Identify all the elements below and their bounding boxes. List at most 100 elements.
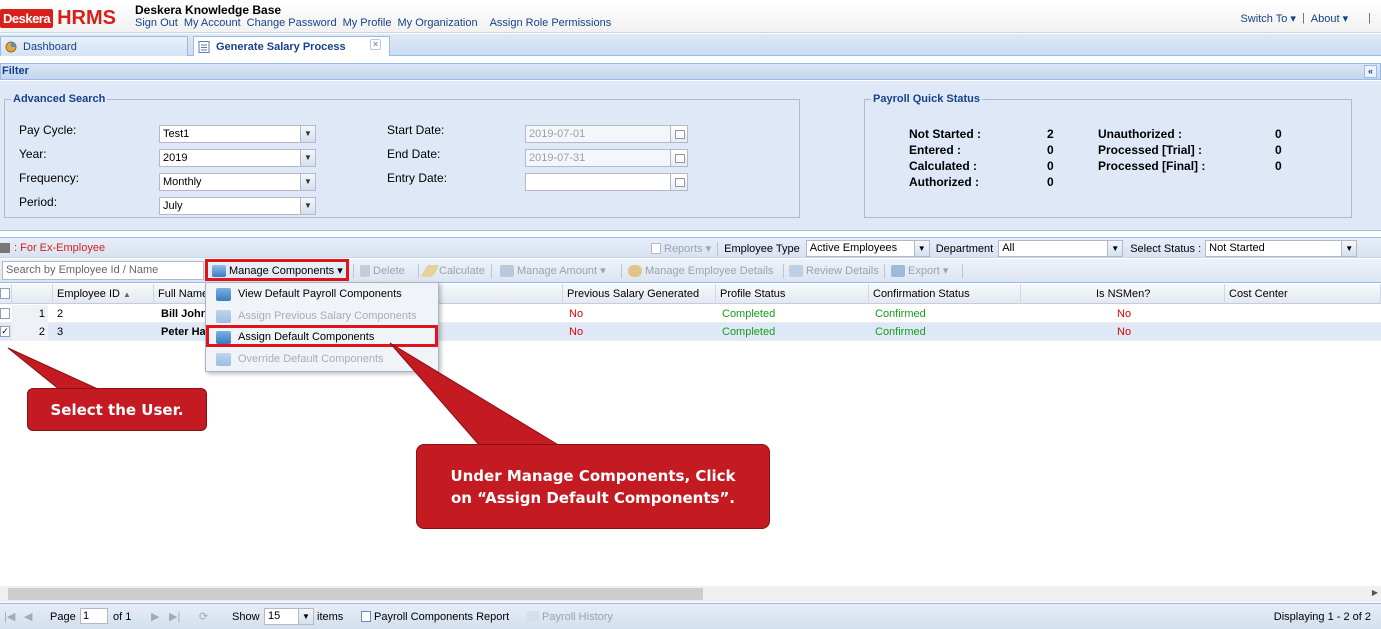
delete-button[interactable]: Delete: [360, 262, 405, 280]
calendar-icon: [670, 125, 688, 143]
sign-out-link[interactable]: Sign Out: [135, 17, 178, 29]
calculate-button[interactable]: Calculate: [420, 262, 485, 280]
chevron-down-icon[interactable]: ▼: [1107, 240, 1124, 257]
tab-dashboard[interactable]: Dashboard: [0, 36, 188, 56]
callout-pointer-select-user: [7, 347, 101, 391]
select-all-checkbox[interactable]: [0, 284, 12, 304]
app-header: Deskera HRMS Deskera Knowledge Base Sign…: [0, 0, 1381, 33]
assign-default-components-highlight: [206, 325, 438, 347]
prev-page-icon[interactable]: ◀: [24, 609, 32, 625]
chevron-down-icon[interactable]: ▼: [1341, 240, 1358, 257]
period-select[interactable]: July ▼: [159, 197, 316, 215]
frequency-select[interactable]: Monthly ▼: [159, 173, 316, 191]
employee-type-label: Employee Type: [724, 242, 800, 255]
row-checkbox[interactable]: [0, 308, 10, 319]
chevron-down-icon[interactable]: ▼: [300, 149, 316, 167]
filter-panel-header[interactable]: Filter «: [0, 63, 1381, 80]
export-icon: [891, 265, 905, 277]
users-icon: [628, 265, 642, 277]
report-icon: [361, 611, 371, 622]
chevron-down-icon[interactable]: ▼: [298, 608, 314, 625]
employee-search-input[interactable]: Search by Employee Id / Name: [2, 261, 204, 280]
select-status-select[interactable]: Not Started ▼: [1205, 240, 1358, 257]
chevron-down-icon[interactable]: ▼: [300, 197, 316, 215]
menu-item-override-default-components[interactable]: Override Default Components: [206, 349, 438, 370]
change-password-link[interactable]: Change Password: [247, 17, 337, 29]
document-icon: [198, 40, 210, 53]
not-started-value: 2: [1047, 127, 1054, 141]
not-started-label: Not Started :: [909, 127, 981, 141]
column-header-confirmation-status[interactable]: Confirmation Status: [869, 284, 1021, 304]
processed-final-label: Processed [Final] :: [1098, 159, 1206, 173]
calendar-icon: [670, 149, 688, 167]
grid-icon: [789, 265, 803, 277]
manage-employee-details-button[interactable]: Manage Employee Details: [628, 262, 773, 280]
row-checkbox-checked[interactable]: ✓: [0, 326, 10, 337]
calculated-label: Calculated :: [909, 159, 978, 173]
entry-date-label: Entry Date:: [387, 171, 448, 185]
column-header-employee-id[interactable]: Employee ID ▲: [53, 284, 154, 304]
horizontal-scrollbar[interactable]: ▶: [0, 586, 1381, 602]
header-right-menu: Switch To ▾ | About ▾ |: [1240, 12, 1371, 25]
column-header-cost-center[interactable]: Cost Center: [1225, 284, 1381, 304]
reports-button[interactable]: Reports ▾: [651, 242, 711, 255]
employee-type-select[interactable]: Active Employees ▼: [805, 240, 930, 257]
entered-value: 0: [1047, 143, 1054, 157]
pay-cycle-select[interactable]: Test1 ▼: [159, 125, 316, 143]
payroll-components-report-button[interactable]: Payroll Components Report: [361, 609, 509, 625]
menu-item-view-default-payroll-components[interactable]: View Default Payroll Components: [206, 284, 438, 305]
pay-cycle-label: Pay Cycle:: [19, 123, 77, 137]
column-header-is-nsmen[interactable]: Is NSMen?: [1021, 284, 1225, 304]
review-details-button[interactable]: Review Details: [789, 262, 879, 280]
collapse-icon[interactable]: «: [1364, 65, 1377, 78]
grid-action-toolbar: Search by Employee Id / Name Manage Comp…: [0, 259, 1381, 283]
page-number-input[interactable]: 1: [80, 608, 108, 624]
chevron-down-icon[interactable]: ▼: [300, 125, 316, 143]
tab-generate-salary-process[interactable]: Generate Salary Process ×: [193, 36, 390, 56]
payroll-history-button[interactable]: Payroll History: [527, 609, 613, 625]
advanced-search-fieldset: Advanced Search Pay Cycle: Test1 ▼ Year:…: [4, 93, 800, 218]
scroll-right-icon[interactable]: ▶: [1372, 588, 1378, 597]
unauthorized-value: 0: [1275, 127, 1282, 141]
report-icon: [651, 243, 661, 254]
year-select[interactable]: 2019 ▼: [159, 149, 316, 167]
first-page-icon[interactable]: |◀: [4, 609, 15, 625]
processed-trial-value: 0: [1275, 143, 1282, 157]
switch-to-menu[interactable]: Switch To ▾: [1240, 12, 1295, 25]
chevron-down-icon[interactable]: ▼: [913, 240, 930, 257]
manage-amount-button[interactable]: Manage Amount ▾: [500, 262, 606, 280]
my-organization-link[interactable]: My Organization: [397, 17, 477, 29]
column-header-profile-status[interactable]: Profile Status: [716, 284, 869, 304]
end-date-label: End Date:: [387, 147, 441, 161]
deskera-hrms-logo[interactable]: Deskera HRMS: [0, 7, 116, 29]
end-date-field: 2019-07-31: [525, 149, 688, 167]
filter-panel-body: Advanced Search Pay Cycle: Test1 ▼ Year:…: [0, 81, 1381, 231]
refresh-icon[interactable]: ⟳: [199, 609, 208, 625]
select-status-label: Select Status :: [1130, 242, 1202, 255]
entry-date-field[interactable]: [525, 173, 688, 191]
callout-select-user: Select the User.: [27, 388, 207, 431]
my-account-link[interactable]: My Account: [184, 17, 241, 29]
menu-item-assign-previous-salary-components[interactable]: Assign Previous Salary Components: [206, 306, 438, 327]
about-menu[interactable]: About ▾: [1311, 12, 1348, 25]
year-label: Year:: [19, 147, 47, 161]
scrollbar-thumb[interactable]: [8, 588, 703, 600]
calendar-icon[interactable]: [670, 173, 688, 191]
amount-icon: [500, 265, 514, 277]
chevron-down-icon[interactable]: ▼: [300, 173, 316, 191]
entered-label: Entered :: [909, 143, 962, 157]
start-date-field: 2019-07-01: [525, 125, 688, 143]
authorized-label: Authorized :: [909, 175, 979, 189]
assign-role-permissions-link[interactable]: Assign Role Permissions: [490, 17, 612, 29]
department-select[interactable]: All ▼: [998, 240, 1124, 257]
close-icon[interactable]: ×: [370, 39, 381, 50]
next-page-icon[interactable]: ▶: [151, 609, 159, 625]
processed-trial-label: Processed [Trial] :: [1098, 143, 1203, 157]
displaying-count: Displaying 1 - 2 of 2: [1273, 611, 1371, 623]
last-page-icon[interactable]: ▶|: [169, 609, 180, 625]
export-button[interactable]: Export ▾: [891, 262, 948, 280]
manage-components-highlight: [205, 259, 349, 281]
page-size-select[interactable]: 15 ▼: [264, 608, 314, 625]
column-header-previous-salary-generated[interactable]: Previous Salary Generated: [563, 284, 716, 304]
my-profile-link[interactable]: My Profile: [343, 17, 392, 29]
